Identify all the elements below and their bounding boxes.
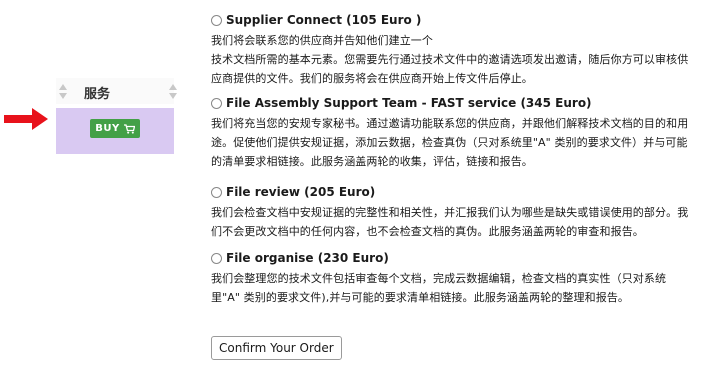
description-line: 我们将会联系您的供应商并告知他们建立一个 — [211, 34, 433, 47]
description-line: 我们会检查文档中安规证据的完整性和相关性，并汇报我们认为哪些是缺失或错误使用的部… — [211, 206, 689, 219]
description-line: 我们将充当您的安规专家秘书。通过邀请功能联系您的供应商，并跟他们解释技术文档的目… — [211, 117, 689, 130]
option-file-review: File review (205 Euro) 我们会检查文档中安规证据的完整性和… — [211, 184, 697, 241]
description-line: 应商提供的文件。我们的服务将会在供应商开始上传文件后停止。 — [211, 72, 533, 85]
option-description: 我们会检查文档中安规证据的完整性和相关性，并汇报我们认为哪些是缺失或错误使用的部… — [211, 203, 697, 241]
confirm-order-button[interactable]: Confirm Your Order — [211, 336, 342, 360]
option-description: 我们将充当您的安规专家秘书。通过邀请功能联系您的供应商，并跟他们解释技术文档的目… — [211, 114, 697, 171]
services-column: 服务 BUY — [56, 78, 177, 154]
column-header[interactable]: 服务 — [56, 78, 177, 104]
buy-cell: BUY — [56, 108, 174, 154]
option-fast-service: File Assembly Support Team - FAST servic… — [211, 95, 697, 171]
sort-right-icon[interactable] — [169, 84, 179, 100]
option-title: Supplier Connect (105 Euro ) — [226, 13, 422, 27]
radio-icon[interactable] — [211, 97, 222, 109]
option-file-organise: File organise (230 Euro) 我们会整理您的技术文件包括审查… — [211, 250, 697, 307]
option-description: 我们会整理您的技术文件包括审查每个文档，完成云数据编辑，检查文档的真实性（只对系… — [211, 269, 697, 307]
sort-left-icon[interactable] — [59, 84, 69, 100]
option-description: 我们将会联系您的供应商并告知他们建立一个 技术文档所需的基本元素。您需要先行通过… — [211, 31, 697, 88]
radio-icon[interactable] — [211, 186, 222, 198]
radio-icon[interactable] — [211, 252, 222, 264]
description-line: 技术文档所需的基本元素。您需要先行通过技术文件中的邀请选项发出邀请，随后你方可以… — [211, 53, 689, 66]
arrow-right-icon — [4, 108, 48, 130]
description-line: 们不会更改文档中的任何内容，也不会检查文档的真伪。此服务涵盖两轮的审查和报告。 — [211, 225, 644, 238]
description-line: 里"A" 类别的要求文件),并与可能的要求清单相链接。此服务涵盖两轮的整理和报告… — [211, 291, 630, 304]
buy-label: BUY — [95, 123, 120, 134]
option-supplier-connect: Supplier Connect (105 Euro ) 我们将会联系您的供应商… — [211, 12, 697, 88]
option-title: File organise (230 Euro) — [226, 251, 389, 265]
description-line: 的清单要求相链接。此服务涵盖两轮的收集，评估，链接和报告。 — [211, 155, 533, 168]
option-title: File Assembly Support Team - FAST servic… — [226, 96, 592, 110]
buy-button[interactable]: BUY — [90, 119, 140, 138]
description-line: 我们会整理您的技术文件包括审查每个文档，完成云数据编辑，检查文档的真实性（只对系… — [211, 272, 667, 285]
cart-icon — [123, 123, 135, 134]
option-title: File review (205 Euro) — [226, 185, 376, 199]
description-line: 途。促使他们提供安规证据，添加云数据，检查真伪（只对系统里"A" 类别的要求文件… — [211, 136, 688, 149]
radio-icon[interactable] — [211, 14, 222, 26]
column-title: 服务 — [84, 87, 111, 102]
